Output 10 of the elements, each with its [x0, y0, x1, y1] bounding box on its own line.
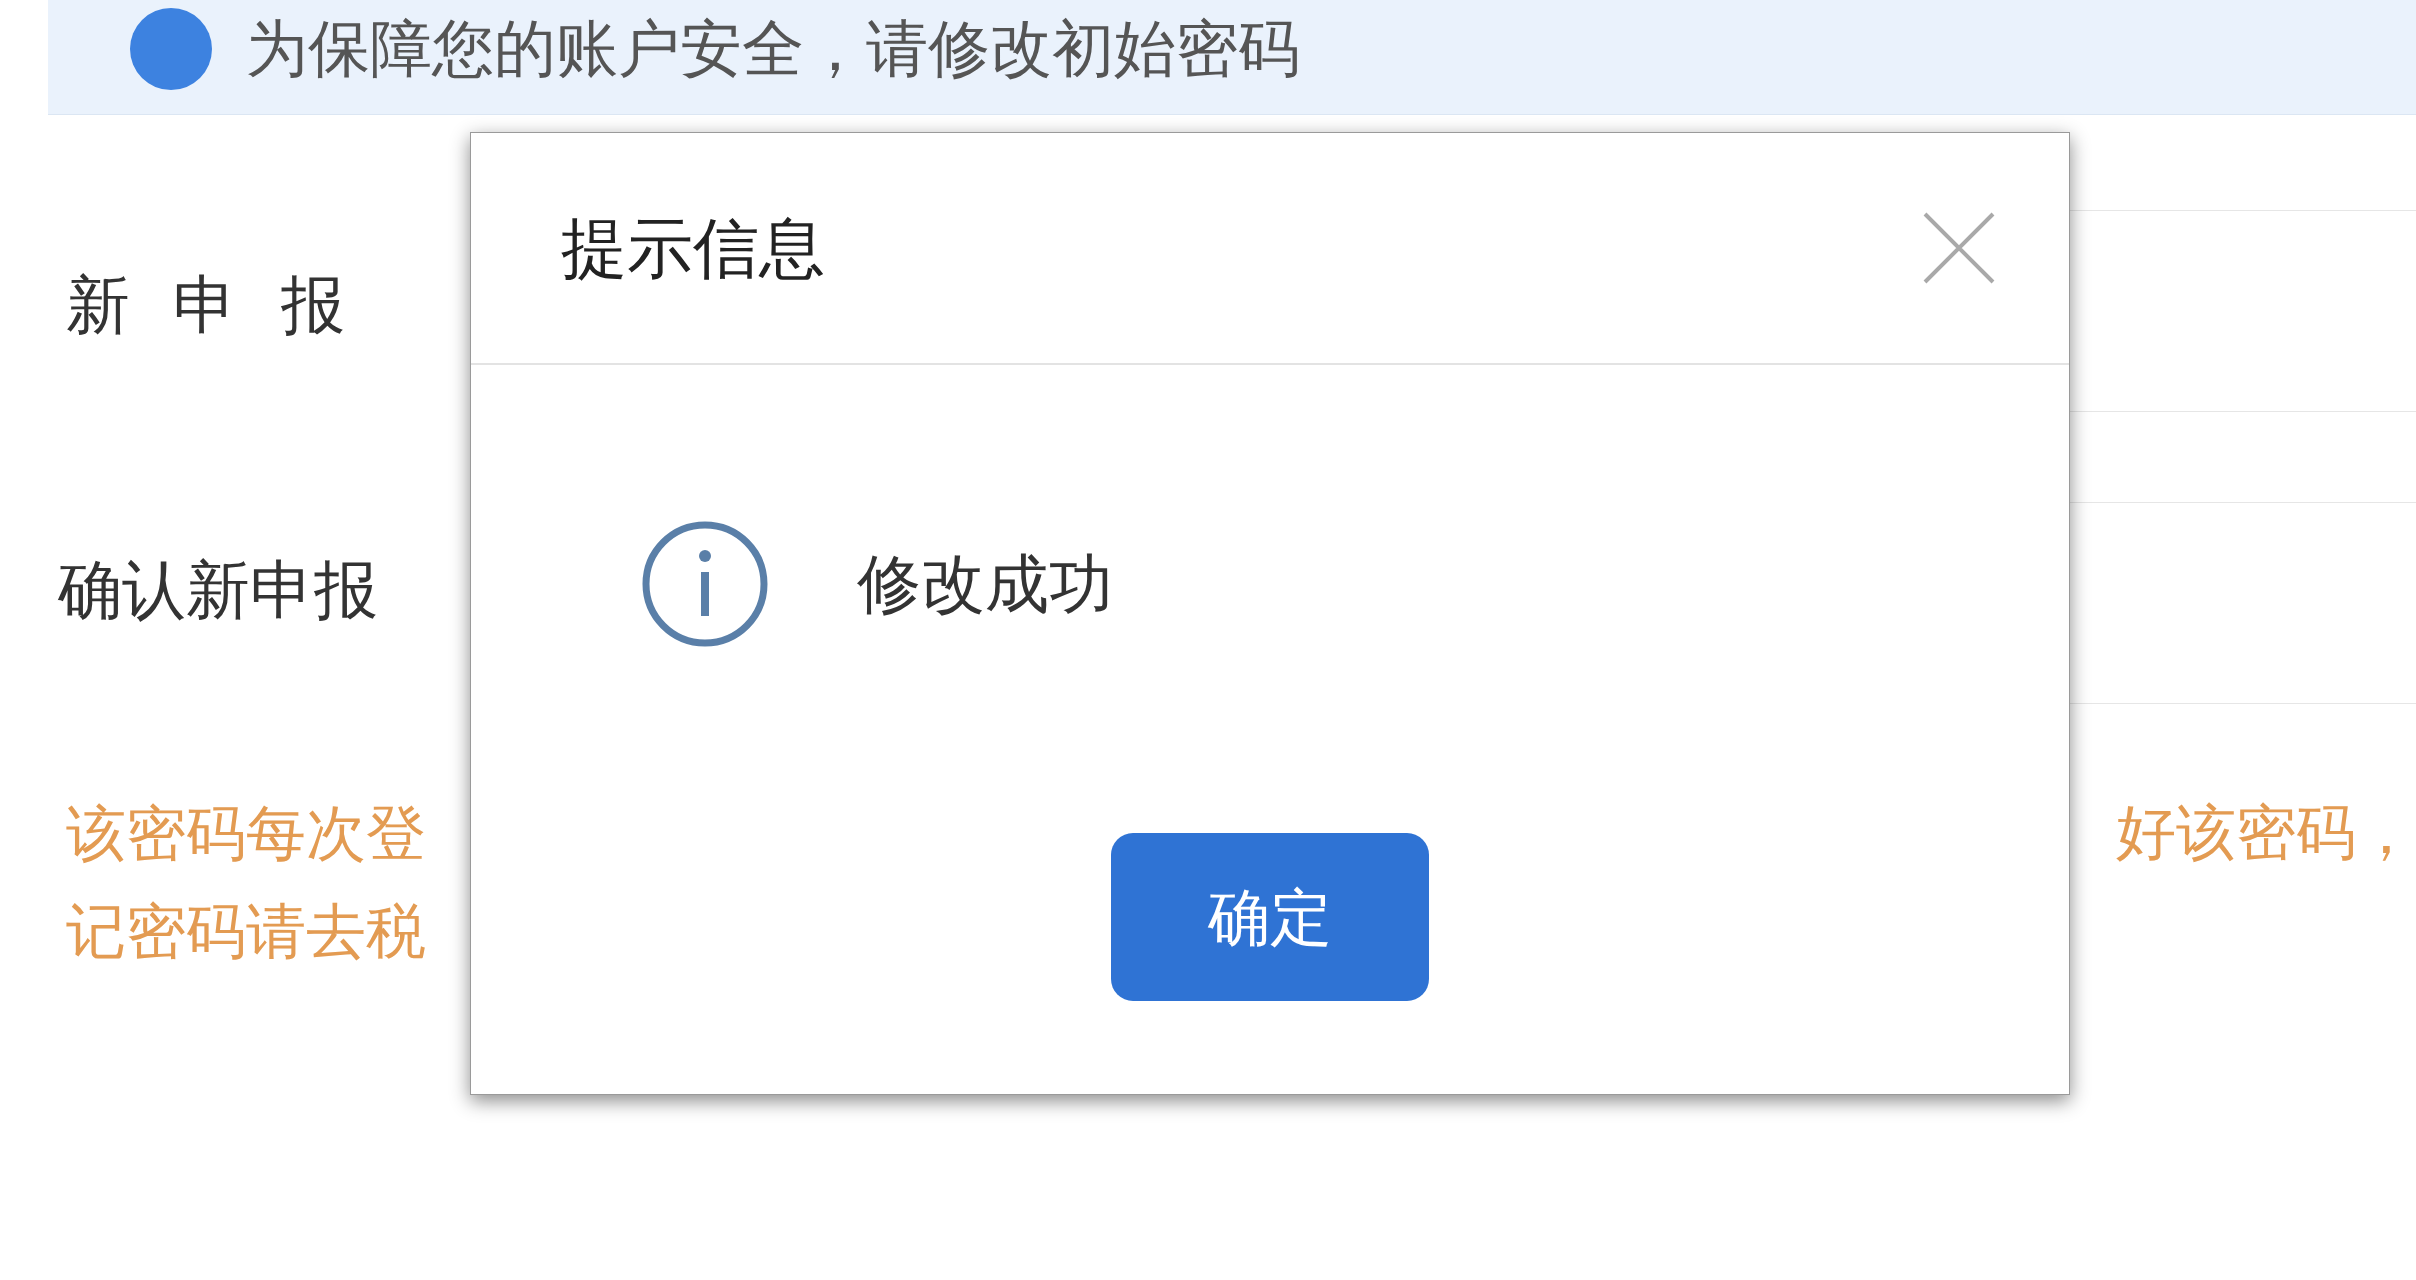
- notice-text: 为保障您的账户安全，请修改初始密码: [246, 14, 1300, 84]
- confirm-button[interactable]: 确定: [1111, 833, 1429, 1001]
- note-text: 好该密码，: [2116, 798, 2416, 868]
- note-text: 该密码每次登: [66, 799, 427, 869]
- note-text: 记密码请去税: [66, 897, 427, 967]
- dialog-message: 修改成功: [857, 547, 1113, 622]
- field-label: 确认新申报: [58, 553, 379, 628]
- field-label: 新 申 报: [66, 268, 359, 343]
- close-icon: [1921, 210, 1997, 286]
- dialog-title: 提示信息: [561, 209, 825, 287]
